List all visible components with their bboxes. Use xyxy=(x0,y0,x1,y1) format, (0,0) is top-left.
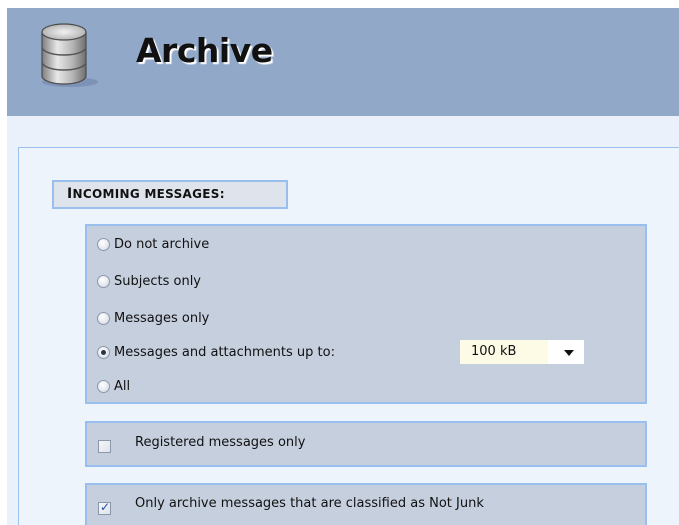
option-label: Do not archive xyxy=(114,236,210,252)
option-messages-and-attachments[interactable]: Messages and attachments up to: xyxy=(97,341,335,363)
option-label: Messages only xyxy=(114,310,210,326)
option-label: Subjects only xyxy=(114,273,202,289)
archive-mode-group: Do not archive Subjects only Messages on… xyxy=(85,224,647,404)
option-subjects-only[interactable]: Subjects only xyxy=(97,270,201,292)
page-title: Archive xyxy=(136,31,273,70)
option-label: Messages and attachments up to: xyxy=(114,344,335,360)
radio-messages-only[interactable] xyxy=(97,311,110,325)
registered-only-group: Registered messages only xyxy=(85,421,647,467)
chevron-down-icon[interactable] xyxy=(564,350,574,356)
attachment-size-select[interactable]: 100 kB xyxy=(460,340,584,364)
section-label-text: NCOMING MESSAGES: xyxy=(72,187,225,201)
registered-only-checkbox[interactable] xyxy=(98,440,111,453)
radio-all[interactable] xyxy=(97,379,110,393)
option-label: All xyxy=(114,378,131,394)
page-header: Archive xyxy=(7,8,679,116)
radio-subjects-only[interactable] xyxy=(97,274,110,288)
option-messages-only[interactable]: Messages only xyxy=(97,307,209,329)
section-label-incoming-messages: INCOMING MESSAGES: xyxy=(52,180,288,209)
option-all[interactable]: All xyxy=(97,375,130,397)
not-junk-only-checkbox[interactable] xyxy=(98,500,111,515)
registered-only-label: Registered messages only xyxy=(135,435,306,450)
not-junk-only-label: Only archive messages that are classifie… xyxy=(135,496,484,511)
not-junk-only-group: Only archive messages that are classifie… xyxy=(85,483,647,525)
database-icon xyxy=(41,23,98,87)
option-do-not-archive[interactable]: Do not archive xyxy=(97,233,209,255)
radio-do-not-archive[interactable] xyxy=(97,237,110,251)
attachment-size-value: 100 kB xyxy=(471,344,517,359)
radio-messages-and-attachments[interactable] xyxy=(97,345,110,359)
